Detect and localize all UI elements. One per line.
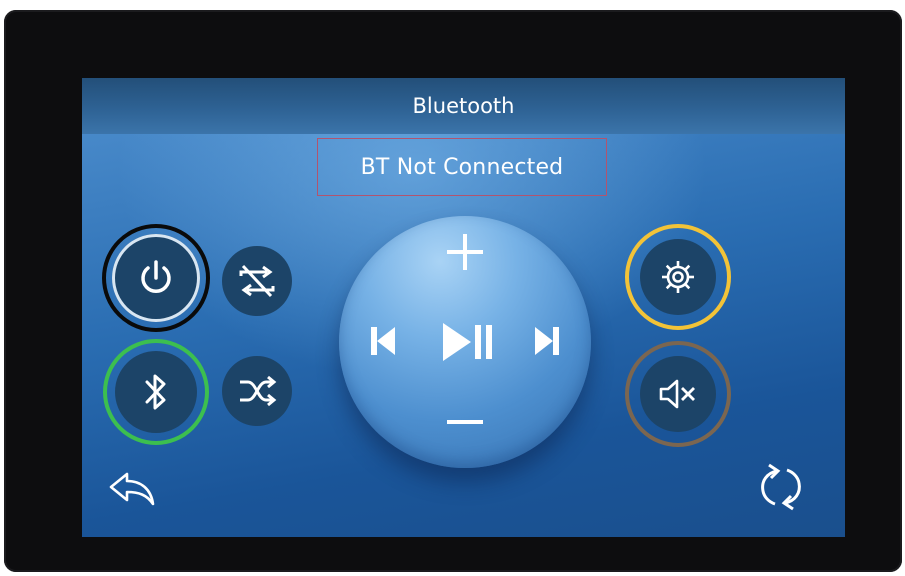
device-bezel: Bluetooth BT Not Connected [4, 10, 902, 572]
playback-dial [339, 216, 591, 468]
repeat-off-button[interactable] [222, 246, 292, 316]
connection-status: BT Not Connected [317, 138, 607, 196]
refresh-icon [753, 459, 809, 515]
refresh-button[interactable] [748, 456, 814, 518]
back-arrow-icon [107, 470, 157, 510]
next-track-icon [533, 324, 561, 358]
touch-screen: Bluetooth BT Not Connected [82, 78, 845, 537]
next-track-button[interactable] [525, 316, 569, 366]
play-pause-icon [439, 320, 497, 364]
volume-down-button[interactable] [439, 402, 491, 442]
shuffle-icon [236, 374, 278, 408]
power-button[interactable] [112, 234, 200, 322]
back-button[interactable] [104, 466, 160, 514]
bluetooth-icon [141, 370, 171, 414]
gear-icon [660, 259, 696, 295]
previous-track-icon [369, 324, 397, 358]
plus-icon [444, 231, 486, 273]
repeat-off-icon [235, 262, 279, 300]
play-pause-button[interactable] [433, 314, 503, 370]
minus-icon [444, 417, 486, 427]
settings-button[interactable] [640, 239, 716, 315]
page-title: Bluetooth [412, 94, 515, 118]
power-icon [134, 256, 178, 300]
bluetooth-button[interactable] [115, 351, 197, 433]
volume-up-button[interactable] [439, 226, 491, 278]
shuffle-button[interactable] [222, 356, 292, 426]
title-bar: Bluetooth [82, 78, 845, 134]
connection-status-text: BT Not Connected [360, 154, 564, 180]
previous-track-button[interactable] [361, 316, 405, 366]
mute-icon [658, 378, 698, 410]
mute-button[interactable] [640, 356, 716, 432]
